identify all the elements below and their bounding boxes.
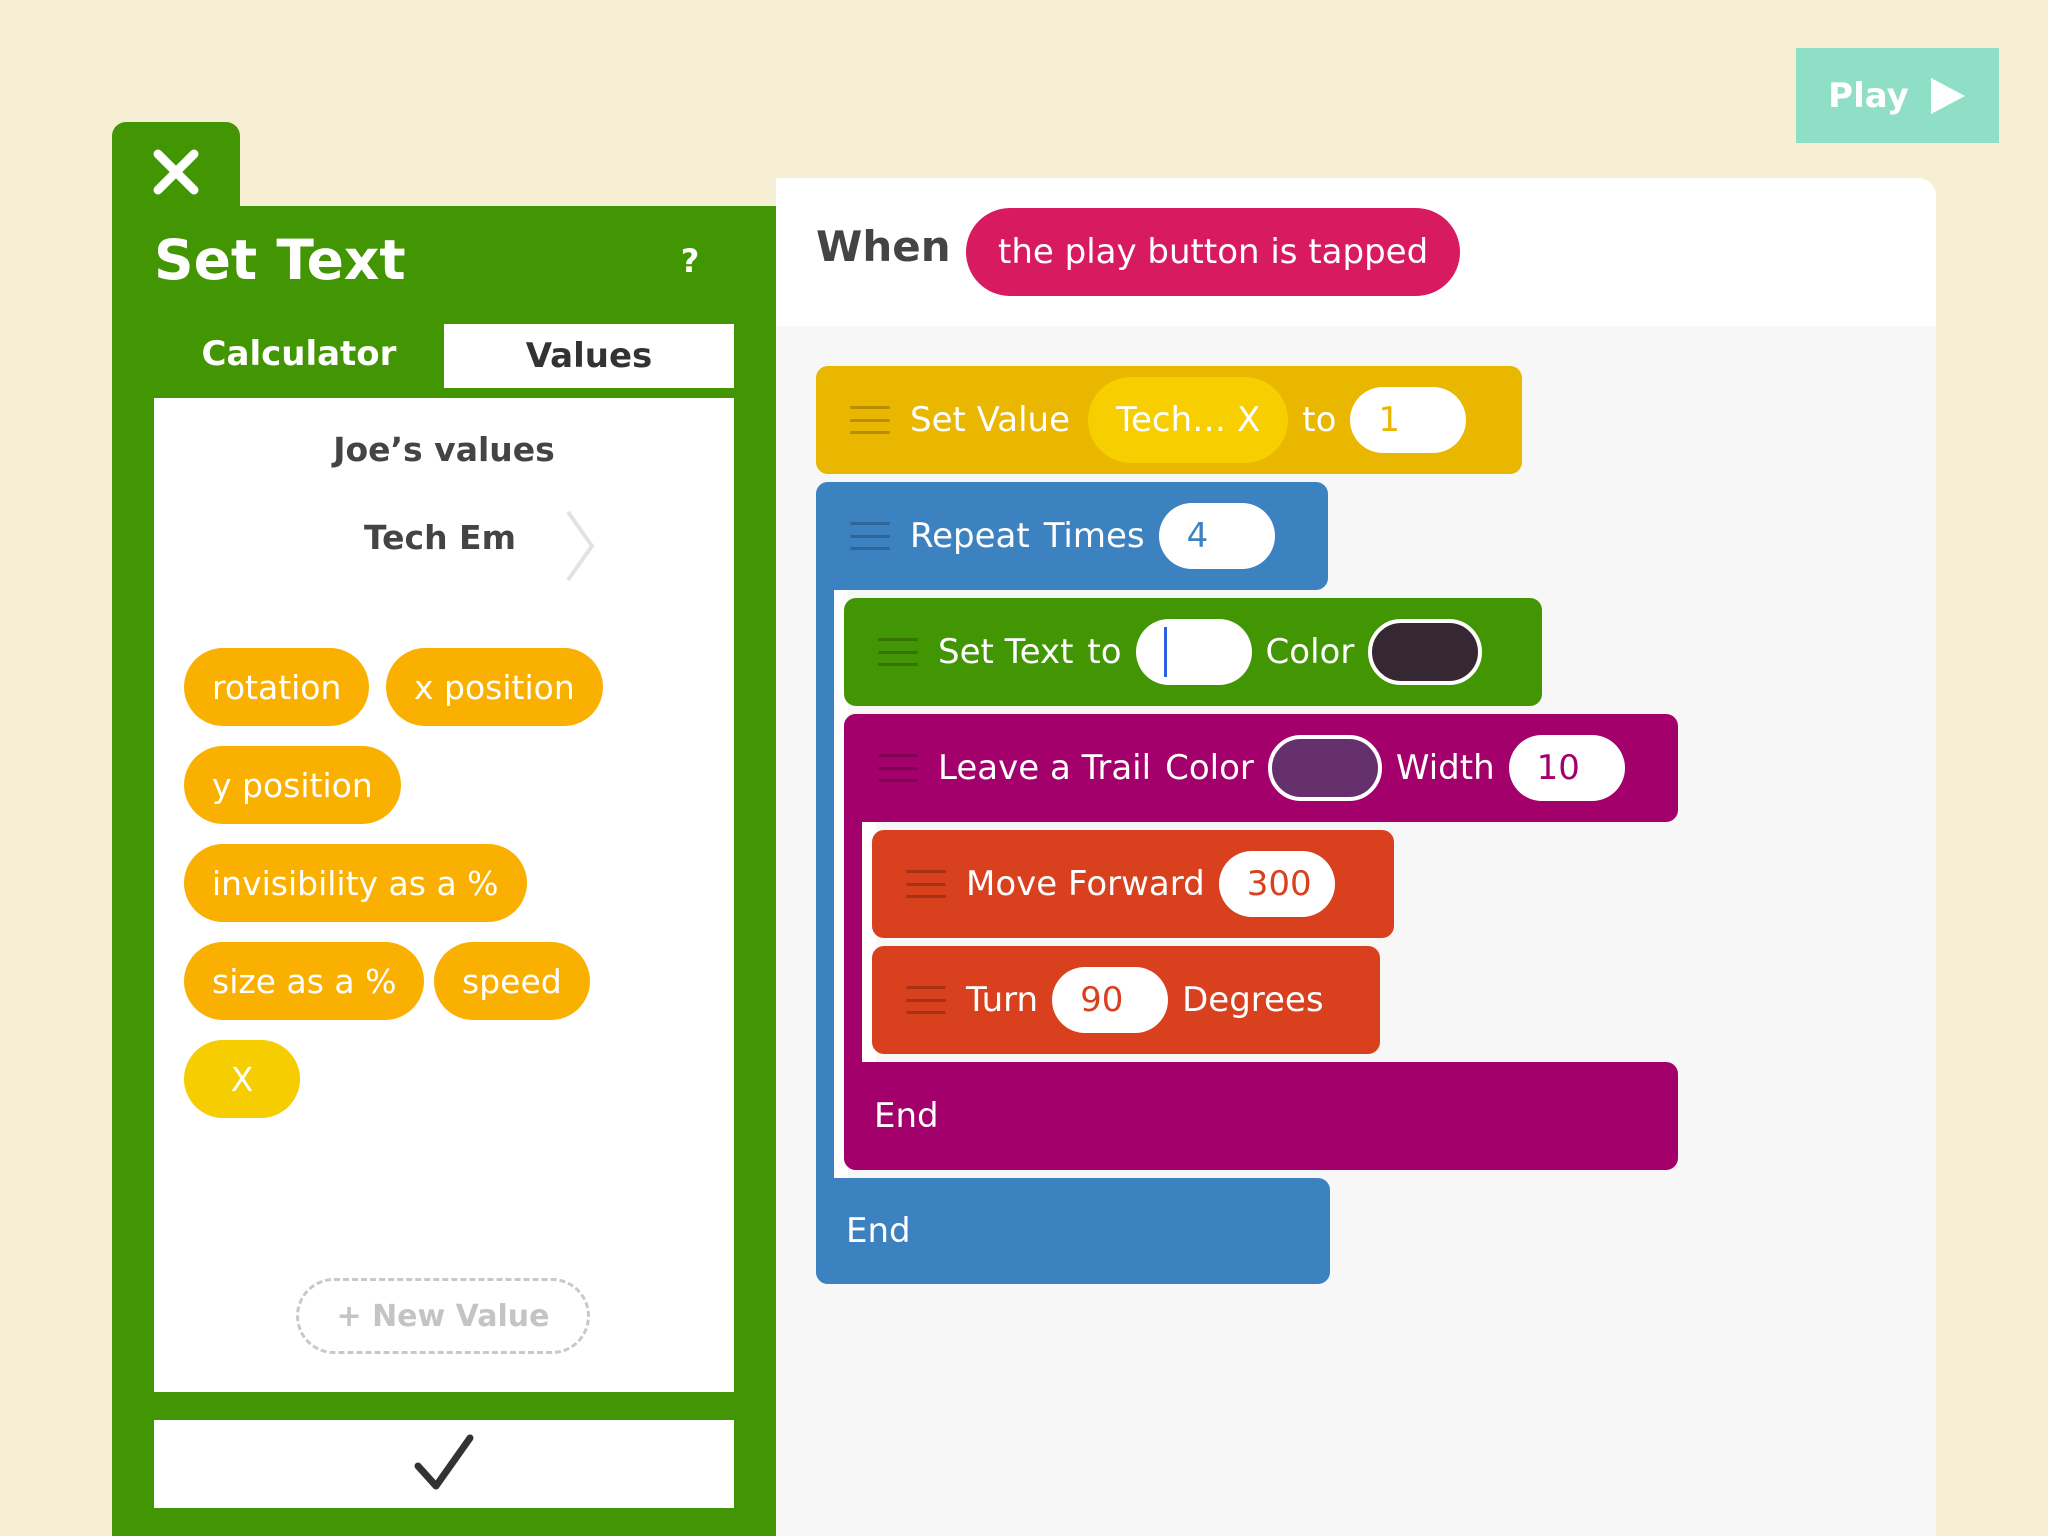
repeat-end-label: End xyxy=(846,1211,911,1251)
move-forward-block[interactable]: Move Forward 300 xyxy=(872,830,1394,938)
leave-trail-label: Leave a Trail xyxy=(938,748,1152,788)
confirm-button[interactable] xyxy=(154,1420,734,1508)
value-chip-x-position[interactable]: x position xyxy=(386,648,603,726)
trail-end-label: End xyxy=(874,1096,939,1136)
trigger-button[interactable]: the play button is tapped xyxy=(966,208,1461,296)
drag-handle-icon[interactable] xyxy=(878,638,918,666)
tab-values[interactable]: Values xyxy=(444,324,734,388)
play-button-label: Play xyxy=(1828,75,1909,116)
text-color-swatch[interactable] xyxy=(1368,619,1483,685)
degrees-label: Degrees xyxy=(1182,980,1324,1020)
value-chip-y-position[interactable]: y position xyxy=(184,746,401,824)
chevron-right-icon[interactable] xyxy=(560,508,600,584)
tab-calculator[interactable]: Calculator xyxy=(154,322,444,386)
turn-block[interactable]: Turn 90 Degrees xyxy=(872,946,1380,1054)
trail-end-block: End xyxy=(844,1062,1678,1170)
value-chip-invisibility[interactable]: invisibility as a % xyxy=(184,844,527,922)
move-forward-label: Move Forward xyxy=(966,864,1205,904)
object-selector[interactable]: Tech Em xyxy=(300,518,580,557)
new-value-button[interactable]: + New Value xyxy=(296,1278,590,1354)
value-chip-speed[interactable]: speed xyxy=(434,942,590,1020)
values-owner-label: Joe’s values xyxy=(333,430,555,469)
repeat-count-input[interactable]: 4 xyxy=(1158,503,1275,569)
close-x-icon xyxy=(153,149,199,195)
help-button[interactable]: ? xyxy=(670,242,710,280)
set-value-label: Set Value xyxy=(910,400,1071,440)
to-label: to xyxy=(1302,400,1337,440)
drag-handle-icon[interactable] xyxy=(878,754,918,782)
value-chip-rotation[interactable]: rotation xyxy=(184,648,370,726)
editor-title: Set Text xyxy=(154,228,406,292)
drag-handle-icon[interactable] xyxy=(906,986,946,1014)
set-text-to-label: to xyxy=(1087,632,1122,672)
move-distance-input[interactable]: 300 xyxy=(1218,851,1335,917)
width-label: Width xyxy=(1395,748,1495,788)
when-label: When xyxy=(816,222,951,271)
set-text-block[interactable]: Set Text to Color xyxy=(844,598,1542,706)
text-cursor xyxy=(1163,627,1167,677)
turn-degrees-input[interactable]: 90 xyxy=(1052,967,1169,1033)
variable-chip[interactable]: Tech… X xyxy=(1088,377,1289,463)
value-chip-x-variable[interactable]: X xyxy=(184,1040,300,1118)
drag-handle-icon[interactable] xyxy=(850,522,890,550)
drag-handle-icon[interactable] xyxy=(850,406,890,434)
value-chip-size[interactable]: size as a % xyxy=(184,942,425,1020)
repeat-end-block: End xyxy=(816,1178,1330,1284)
times-label: Times xyxy=(1043,516,1145,556)
repeat-label: Repeat xyxy=(910,516,1030,556)
trail-color-label: Color xyxy=(1165,748,1254,788)
checkmark-icon xyxy=(414,1434,474,1490)
leave-trail-block[interactable]: Leave a Trail Color Width 10 xyxy=(844,714,1678,822)
set-text-label: Set Text xyxy=(938,632,1074,672)
trail-color-swatch[interactable] xyxy=(1267,735,1382,801)
play-triangle-icon xyxy=(1930,77,1965,114)
turn-label: Turn xyxy=(966,980,1039,1020)
set-text-color-label: Color xyxy=(1265,632,1355,672)
set-value-input[interactable]: 1 xyxy=(1350,387,1467,453)
drag-handle-icon[interactable] xyxy=(906,870,946,898)
set-value-block[interactable]: Set Value Tech… X to 1 xyxy=(816,366,1522,474)
repeat-block[interactable]: Repeat Times 4 xyxy=(816,482,1328,590)
play-button[interactable]: Play xyxy=(1796,48,1999,143)
trail-width-input[interactable]: 10 xyxy=(1508,735,1625,801)
text-input[interactable] xyxy=(1135,619,1252,685)
